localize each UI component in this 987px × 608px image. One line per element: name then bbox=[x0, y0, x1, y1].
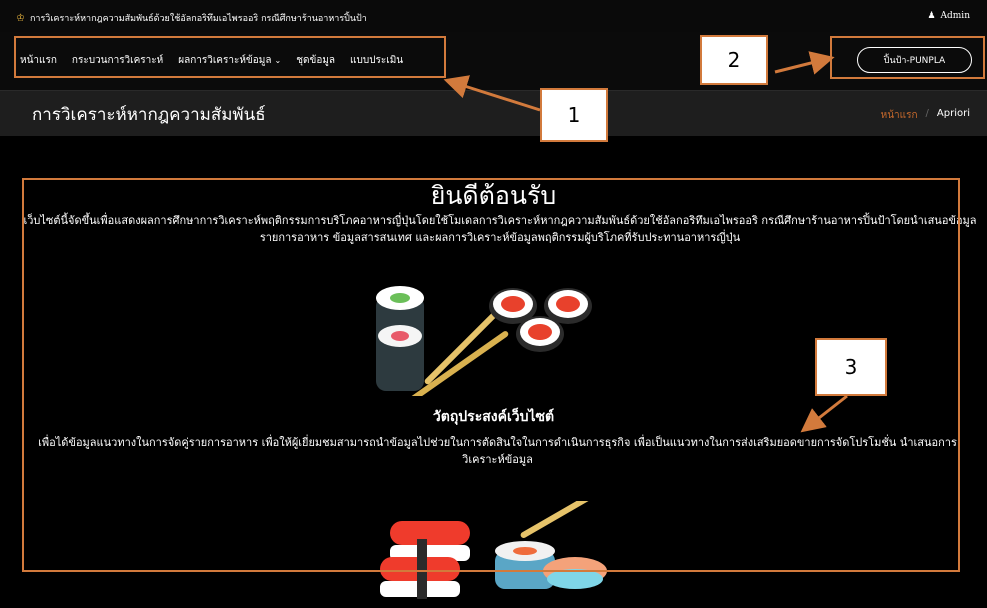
user-icon: ♟ bbox=[927, 11, 936, 21]
annotation-label-1: 1 bbox=[540, 88, 608, 142]
annotation-box-nav bbox=[14, 36, 446, 78]
breadcrumb-current: Apriori bbox=[936, 108, 970, 119]
page-header: การวิเคราะห์หากฎความสัมพันธ์ หน้าแรก / A… bbox=[0, 90, 987, 136]
breadcrumb: หน้าแรก / Apriori bbox=[881, 108, 970, 123]
page-title: การวิเคราะห์หากฎความสัมพันธ์ bbox=[32, 105, 266, 125]
breadcrumb-separator: / bbox=[925, 108, 929, 119]
annotation-label-3: 3 bbox=[815, 338, 887, 396]
user-menu[interactable]: ♟ Admin bbox=[927, 11, 970, 21]
user-label: Admin bbox=[940, 11, 970, 21]
annotation-box-button bbox=[830, 36, 985, 79]
breadcrumb-home[interactable]: หน้าแรก bbox=[881, 108, 918, 123]
site-title: ♔ การวิเคราะห์หากฎความสัมพันธ์ด้วยใช้อัล… bbox=[16, 11, 367, 25]
cake-icon: ♔ bbox=[16, 12, 25, 24]
top-bar: ♔ การวิเคราะห์หากฎความสัมพันธ์ด้วยใช้อัล… bbox=[0, 0, 987, 32]
annotation-label-2: 2 bbox=[700, 35, 768, 85]
site-title-text: การวิเคราะห์หากฎความสัมพันธ์ด้วยใช้อัลกอ… bbox=[29, 14, 367, 24]
